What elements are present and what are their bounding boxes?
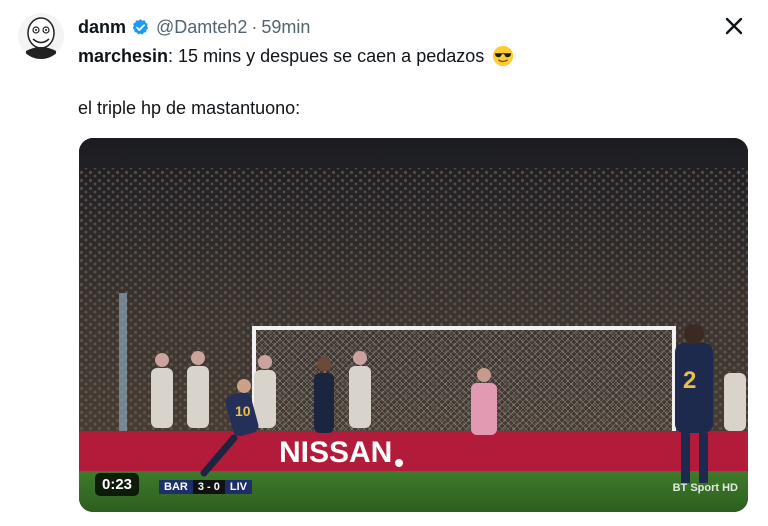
quoted-username[interactable]: marchesin <box>78 46 168 67</box>
timestamp[interactable]: 59min <box>261 17 310 38</box>
goalkeeper <box>471 383 497 435</box>
video-duration-badge: 0:23 <box>95 473 140 496</box>
meme-face-avatar-icon <box>18 13 64 59</box>
sunglasses-emoji-icon <box>493 45 514 67</box>
broadcaster-watermark: BT Sport HD <box>672 482 738 494</box>
user-handle[interactable]: @Damteh2 <box>156 17 247 38</box>
player-center <box>314 373 334 433</box>
tweet-body-text: el triple hp de mastantuono: <box>78 98 301 118</box>
avatar[interactable] <box>18 13 64 59</box>
video-frame-football-match: NISSAN 10 2 <box>79 138 748 512</box>
close-icon[interactable] <box>722 14 746 38</box>
tweet-text-line-1: marchesin : 15 mins y despues se caen a … <box>78 45 514 67</box>
video-player[interactable]: NISSAN 10 2 0:23 BAR 3 - 0 LIV BT Sport … <box>79 138 748 512</box>
scoreboard-team-away: LIV <box>224 479 252 494</box>
scoreboard-overlay: BAR 3 - 0 LIV <box>159 479 252 494</box>
quoted-text: : 15 mins y despues se caen a pedazos <box>168 45 485 66</box>
tweet: danm @Damteh2 · 59min marchesin : 15 min… <box>0 0 768 526</box>
player-number-left: 10 <box>235 403 251 419</box>
tweet-header: danm @Damteh2 · 59min <box>78 15 310 39</box>
display-name[interactable]: danm <box>78 17 126 38</box>
ad-board-text: NISSAN <box>279 436 392 469</box>
player-number-right: 2 <box>683 367 696 394</box>
scoreboard-score: 3 - 0 <box>192 479 225 494</box>
scoreboard-team-home: BAR <box>159 479 193 494</box>
football-ball <box>395 459 403 467</box>
verified-badge-icon <box>132 18 149 35</box>
separator-dot: · <box>251 16 258 37</box>
